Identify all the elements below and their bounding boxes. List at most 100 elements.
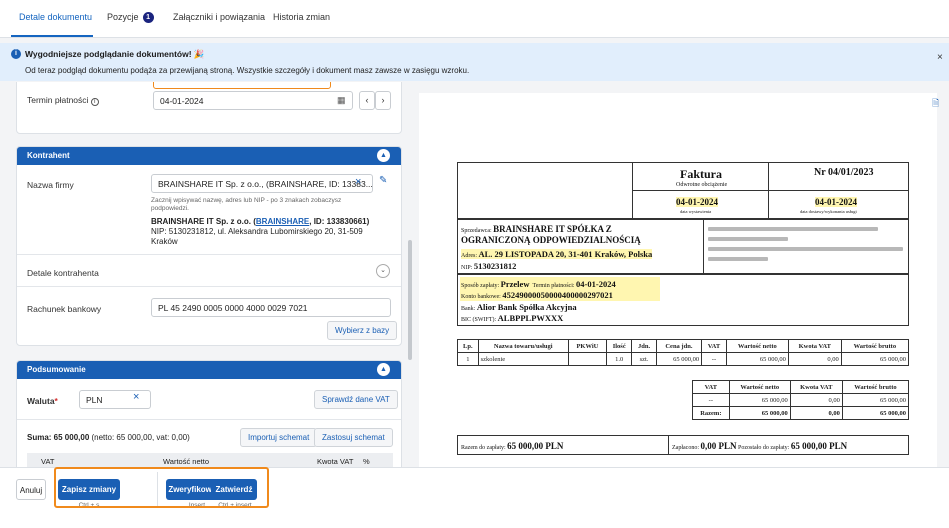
form-panel: Termin płatności i 04-01-2024 ▦ ‹ › Kont… [0,82,414,467]
cancel-button[interactable]: Anuluj [16,479,46,500]
collapse-chevron-icon[interactable]: ▲ [377,363,390,376]
company-id-text: , ID: 133830661) [309,217,370,226]
seller-name-2: OGRANICZONĄ ODPOWIEDZIALNOŚCIĄ [461,235,641,245]
issue-date: 04-01-2024 [676,197,718,207]
sum-bold: Suma: 65 000,00 [27,433,90,442]
edit-pencil-icon[interactable]: ✎ [379,175,387,186]
currency-label: Waluta* [27,396,58,406]
sum-text: Suma: 65 000,00 (netto: 65 000,00, vat: … [27,433,190,443]
clear-icon[interactable]: × [355,176,361,188]
issue-date-label: data wystawienia [680,209,712,214]
items-col: Jdn. [631,339,657,353]
bank-account: Konto bankowe: 4524900005000040000029702… [461,290,613,300]
import-schema-button[interactable]: Importuj schemat [240,428,318,447]
collapse-chevron-icon[interactable]: ▲ [377,149,390,162]
items-col: Wartość brutto [840,339,910,353]
choose-from-db-button[interactable]: Wybierz z bazy [327,321,398,340]
tab-attachments[interactable]: Załączniki i powiązania [173,12,265,22]
seller-nip-value: 5130231812 [473,261,517,271]
items-col: VAT [701,339,727,353]
totals-col: Wartość netto [728,380,791,394]
cell: Razem: [692,406,730,420]
cell: 65 000,00 [728,406,791,420]
cell: 0,00 [787,352,842,366]
payment-due-label: Termin płatności: [532,283,575,289]
bank-account-input[interactable]: PL 45 2490 0005 0000 4000 0029 7021 [151,298,391,317]
cell: szt. [631,352,657,366]
scrollbar[interactable] [408,240,412,360]
clear-icon[interactable]: × [133,391,139,403]
delivery-date: 04-01-2024 [815,197,857,207]
redacted-buyer [708,247,903,251]
banner-close-icon[interactable]: × [937,52,943,63]
summary-card: Podsumowanie ▲ Waluta* PLN × Sprawdź dan… [16,360,402,467]
tab-document-details[interactable]: Detale dokumentu [19,12,92,22]
col-percent: % [363,457,370,466]
items-col: Kwota VAT [787,339,842,353]
account-value: 45249000050000400000297021 [502,290,613,300]
active-tab-indicator [11,35,93,37]
items-col: Cena jdn. [655,339,703,353]
company-hint: Zacznij wpisywać nazwę, adres lub NIP - … [151,197,342,212]
contractor-header: Kontrahent ▲ [17,147,401,165]
cell: 0,00 [789,406,843,420]
divider [17,286,401,287]
tab-items[interactable]: Pozycje 1 [107,12,154,24]
next-date-button[interactable]: › [375,91,391,110]
items-count-badge: 1 [142,12,154,24]
tab-history[interactable]: Historia zmian [273,12,330,22]
cell: 65 000,00 [655,352,703,366]
currency-label-text: Waluta [27,396,55,406]
cell: -- [701,352,727,366]
info-icon: i [11,49,21,59]
expand-chevron-icon[interactable]: ⌄ [376,264,390,278]
seller-nip: NIP: 5130231812 [461,261,516,271]
cell: 65 000,00 [728,393,791,407]
divider [17,254,401,255]
totals-col: Wartość brutto [841,380,910,394]
seller-name-1: BRAINSHARE IT SPÓŁKA Z [493,224,612,234]
table-row: 1 szkolenie 1.0 szt. 65 000,00 -- 65 000… [457,352,910,366]
due-date-value: 04-01-2024 [160,96,204,106]
date-field-partial[interactable] [153,82,331,89]
banner-title: Wygodniejsze podglądanie dokumentów! 🎉 [25,49,205,59]
company-name-input[interactable]: BRAINSHARE IT Sp. z o.o., (BRAINSHARE, I… [151,174,373,193]
help-icon[interactable]: i [90,98,99,106]
check-vat-button[interactable]: Sprawdź dane VAT [314,390,398,409]
invoice-title: Faktura [680,167,722,181]
company-summary: BRAINSHARE IT Sp. z o.o. (BRAINSHARE, ID… [151,217,370,246]
totals-sum-row: Razem: 65 000,00 0,00 65 000,00 [692,406,910,420]
cell: 0,00 [789,393,843,407]
company-link[interactable]: BRAINSHARE [256,217,309,226]
bank-account-label: Rachunek bankowy [27,304,102,314]
totals-col: VAT [692,380,730,394]
contractor-card: Kontrahent ▲ Nazwa firmy BRAINSHARE IT S… [16,146,402,346]
calendar-icon[interactable]: ▦ [337,95,346,106]
cell: 1.0 [605,352,633,366]
to-pay-label: Razem do zapłaty: [461,445,506,451]
prev-date-button[interactable]: ‹ [359,91,375,110]
payment-due-value: 04-01-2024 [576,279,616,289]
cell: 65 000,00 [840,352,910,366]
paid-value: 0,00 PLN [700,441,737,451]
apply-schema-button[interactable]: Zastosuj schemat [314,428,393,447]
items-col: PKWiU [567,339,607,353]
cell: 1 [457,352,479,366]
seller-nip-label: NIP: [461,265,473,271]
due-date-label: Termin płatności i [27,95,99,106]
seller-address: Adres: AL. 29 LISTOPADA 20, 31-401 Krakó… [461,249,653,259]
items-table: Lp. Nazwa towaru/usługi PKWiU Ilość Jdn.… [457,339,910,366]
to-pay: Razem do zapłaty: 65 000,00 PLN [461,441,563,451]
col-net: Wartość netto [163,457,209,466]
totals-table: VAT Wartość netto Kwota VAT Wartość brut… [692,380,910,420]
left-label: Pozostało do zapłaty: [738,445,790,451]
document-icon[interactable]: 🗎 [932,96,939,112]
invoice-number: Nr 04/01/2023 [814,167,874,178]
items-col: Wartość netto [725,339,789,353]
summary-header: Podsumowanie ▲ [17,361,401,379]
currency-input[interactable]: PLN [79,390,151,409]
paid: Zapłacono: 0,00 PLN Pozostało do zapłaty… [672,441,847,451]
seller-line-1: Sprzedawca: BRAINSHARE IT SPÓŁKA Z [461,224,612,234]
contractor-details-label: Detale kontrahenta [27,268,99,278]
due-date-input[interactable]: 04-01-2024 [153,91,353,110]
